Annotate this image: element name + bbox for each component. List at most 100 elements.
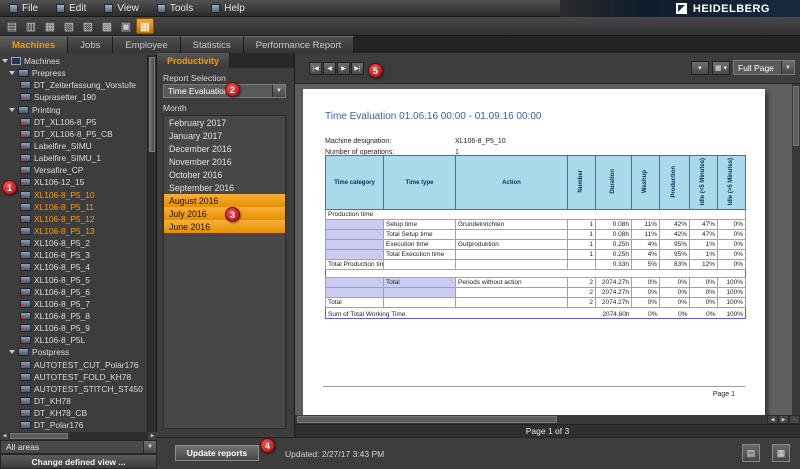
tree-item-labelfire-simu-1[interactable]: Labelfire_SIMU_1	[0, 152, 147, 164]
tab-machines[interactable]: Machines	[0, 36, 68, 53]
scrollbar-thumb[interactable]	[10, 433, 68, 439]
zoom-combo[interactable]: Full Page ▼	[733, 60, 795, 75]
tree-item-xl106-8-p5-8[interactable]: XL106-8_P5_8	[0, 310, 147, 322]
first-page-button[interactable]: |◀	[309, 62, 322, 75]
tree-vertical-scrollbar[interactable]	[147, 55, 156, 432]
tree-item-xl106-8-p5-13[interactable]: XL106-8_P5_13	[0, 225, 147, 237]
page-layout-button[interactable]: ▦ ▾	[712, 61, 730, 75]
zoom-mode-button[interactable]: ▾	[691, 61, 709, 75]
month-item-june-2016[interactable]: June 2016	[164, 220, 285, 233]
month-item-september-2016[interactable]: September 2016	[164, 181, 285, 194]
month-item-august-2016[interactable]: August 2016	[164, 194, 285, 207]
settings-icon[interactable]: ▣	[117, 18, 135, 34]
print-preview-icon[interactable]: ▩	[98, 18, 116, 34]
tree-item-label: AUTOTEST_FOLD_KH78	[34, 372, 131, 382]
chevron-down-icon[interactable]: ▼	[143, 441, 156, 453]
tree-item-dt-polar176[interactable]: DT_Polar176	[0, 419, 147, 431]
last-page-button[interactable]: ▶|	[351, 62, 364, 75]
table-cell: Total Execution time	[384, 250, 456, 260]
tree-item-suprasetter-190[interactable]: Suprasetter_190	[0, 91, 147, 103]
tree-root[interactable]: Machines	[0, 55, 147, 67]
month-item-december-2016[interactable]: December 2016	[164, 142, 285, 155]
tree-group-postpress[interactable]: Postpress	[0, 346, 147, 358]
previous-page-button[interactable]: ◀	[323, 62, 336, 75]
month-item-october-2016[interactable]: October 2016	[164, 168, 285, 181]
tree-item-autotest-stitch-st450[interactable]: AUTOTEST_STITCH_ST450	[0, 383, 147, 395]
chevron-down-icon[interactable]: ▼	[781, 61, 794, 74]
expand-arrow-icon[interactable]	[9, 350, 15, 354]
expand-arrow-icon[interactable]	[9, 71, 15, 75]
scroll-right-button[interactable]: ▶	[148, 432, 157, 440]
tree-horizontal-scrollbar[interactable]: ◀ ▶	[0, 432, 157, 440]
tree-item-dt-kh78-cb[interactable]: DT_KH78_CB	[0, 407, 147, 419]
employee-view-icon[interactable]: ▦	[41, 18, 59, 34]
tree-item-xl106-8-p5-2[interactable]: XL106-8_P5_2	[0, 237, 147, 249]
menu-view[interactable]: View	[95, 0, 148, 16]
tab-performance-report[interactable]: Performance Report	[244, 36, 355, 53]
table-sum-row: Sum of Total Working Time2074.60h0%0%0%1…	[326, 308, 746, 319]
month-item-november-2016[interactable]: November 2016	[164, 155, 285, 168]
export-button[interactable]: ▦	[772, 444, 790, 462]
layout-icon[interactable]: ▨	[79, 18, 97, 34]
tree-item-labelfire-simu[interactable]: Labelfire_SIMU	[0, 140, 147, 152]
scrollbar-thumb[interactable]	[297, 416, 557, 423]
performance-report-icon[interactable]: ▦	[136, 18, 154, 34]
scroll-right-button[interactable]: ▶	[778, 415, 789, 424]
menu-file[interactable]: File	[0, 0, 47, 16]
tree-item-autotest-cut-polar176[interactable]: AUTOTEST_CUT_Polar176	[0, 359, 147, 371]
tree-group-printing[interactable]: Printing	[0, 104, 147, 116]
tree-item-xl106-8-p5-9[interactable]: XL106-8_P5_9	[0, 322, 147, 334]
tree-item-autotest-fold-kh78[interactable]: AUTOTEST_FOLD_KH78	[0, 371, 147, 383]
tree-item-dt-kh78[interactable]: DT_KH78	[0, 395, 147, 407]
tree-item-xl106-8-p5-3[interactable]: XL106-8_P5_3	[0, 249, 147, 261]
menu-help[interactable]: Help	[202, 0, 254, 16]
scrollbar-thumb[interactable]	[149, 57, 155, 152]
scroll-left-button[interactable]: ◀	[767, 415, 778, 424]
sum-label-cell: Sum of Total Working Time	[326, 308, 568, 319]
tree-item-xl106-8-p5-5[interactable]: XL106-8_P5_5	[0, 274, 147, 286]
expand-arrow-icon[interactable]	[2, 59, 8, 63]
tree-item-xl106-8-p5-6[interactable]: XL106-8_P5_6	[0, 286, 147, 298]
area-filter-combo[interactable]: All areas ▼	[0, 440, 157, 454]
tab-jobs[interactable]: Jobs	[68, 36, 113, 53]
month-item-february-2017[interactable]: February 2017	[164, 116, 285, 129]
tab-statistics[interactable]: Statistics	[181, 36, 244, 53]
tree-item-xl106-8-p5l[interactable]: XL106-8_P5L	[0, 334, 147, 346]
tree-item-xl106-8-p5-7[interactable]: XL106-8_P5_7	[0, 298, 147, 310]
machine-icon	[20, 215, 31, 223]
table-cell: 0%	[718, 230, 746, 240]
tree-item-xl106-8-p5-11[interactable]: XL106-8_P5_11	[0, 201, 147, 213]
print-button[interactable]: ▤	[742, 444, 760, 462]
tree-item-versafire-cp[interactable]: Versafire_CP	[0, 164, 147, 176]
tree-group-prepress[interactable]: Prepress	[0, 67, 147, 79]
change-defined-view-button[interactable]: Change defined view ...	[0, 454, 157, 469]
tab-productivity[interactable]: Productivity	[157, 53, 230, 68]
update-reports-button[interactable]: Update reports	[175, 445, 259, 461]
table-cell: 4%	[632, 240, 660, 250]
expand-arrow-icon[interactable]	[9, 108, 15, 112]
scroll-left-button[interactable]: ◀	[0, 432, 9, 440]
preview-horizontal-scrollbar[interactable]: ◀ ▶ ▫	[295, 415, 800, 424]
menu-edit[interactable]: Edit	[47, 0, 95, 16]
tree-item-dt-xl106-8-p5[interactable]: DT_XL106-8_P5	[0, 116, 147, 128]
scroll-corner-button[interactable]: ▫	[789, 415, 800, 424]
statistics-view-icon[interactable]: ▧	[60, 18, 78, 34]
table-cell: 0.25h	[596, 240, 632, 250]
machine-icon	[20, 154, 31, 162]
jobs-view-icon[interactable]: ▥	[22, 18, 40, 34]
tree-item-xl106-12-15[interactable]: XL106-12_15	[0, 176, 147, 188]
tree-item-xl106-8-p5-12[interactable]: XL106-8_P5_12	[0, 213, 147, 225]
machines-view-icon[interactable]: ▤	[3, 18, 21, 34]
menu-tools[interactable]: Tools	[148, 0, 202, 16]
next-page-button[interactable]: ▶	[337, 62, 350, 75]
tree-item-dt-zeiterfassung-vorstufe[interactable]: DT_Zeiterfassung_Vorstufe	[0, 79, 147, 91]
scrollbar-thumb[interactable]	[793, 86, 799, 146]
tree-item-xl106-8-p5-4[interactable]: XL106-8_P5_4	[0, 261, 147, 273]
preview-vertical-scrollbar[interactable]	[792, 84, 800, 415]
tab-employee[interactable]: Employee	[113, 36, 180, 53]
tree-item-dt-xl106-8-p5-cb[interactable]: DT_XL106-8_P5_CB	[0, 128, 147, 140]
month-item-january-2017[interactable]: January 2017	[164, 129, 285, 142]
chevron-down-icon[interactable]: ▼	[272, 85, 285, 97]
tree-item-xl106-8-p5-10[interactable]: XL106-8_P5_10	[0, 189, 147, 201]
callout-5: 5	[368, 63, 383, 78]
